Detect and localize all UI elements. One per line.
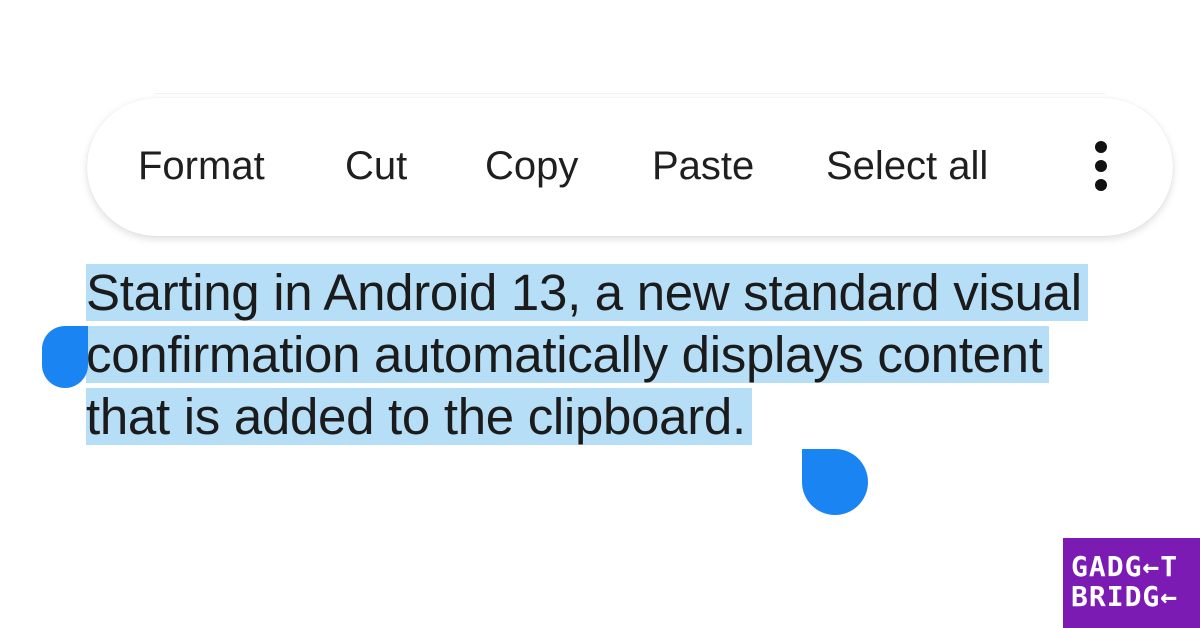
selected-text-line-3: that is added to the clipboard. <box>86 388 752 445</box>
text-line: that is added to the clipboard. <box>86 386 1176 448</box>
text-line: confirmation automatically displays cont… <box>86 324 1176 386</box>
selected-text-block[interactable]: Starting in Android 13, a new standard v… <box>86 262 1176 448</box>
selected-text-line-2: confirmation automatically displays cont… <box>86 326 1049 383</box>
cut-button[interactable]: Cut <box>345 142 407 190</box>
overflow-dot <box>1095 160 1107 172</box>
copy-button[interactable]: Copy <box>485 142 578 190</box>
selected-text-line-1: Starting in Android 13, a new standard v… <box>86 264 1088 321</box>
gadget-bridge-logo: GADG←T BRIDG← <box>1063 538 1200 628</box>
select-all-button[interactable]: Select all <box>826 142 988 190</box>
overflow-dot <box>1095 179 1107 191</box>
top-divider <box>155 93 1105 94</box>
overflow-dot <box>1095 141 1107 153</box>
selection-start-handle[interactable] <box>42 326 88 388</box>
text-line: Starting in Android 13, a new standard v… <box>86 262 1176 324</box>
more-vert-icon[interactable] <box>1083 136 1119 196</box>
logo-line-2: BRIDG← <box>1071 580 1179 613</box>
text-selection-toolbar: Format Cut Copy Paste Select all <box>87 98 1173 236</box>
paste-button[interactable]: Paste <box>652 142 754 190</box>
format-button[interactable]: Format <box>138 142 265 190</box>
selection-end-handle[interactable] <box>802 449 868 515</box>
logo-line-1: GADG←T <box>1071 550 1179 583</box>
